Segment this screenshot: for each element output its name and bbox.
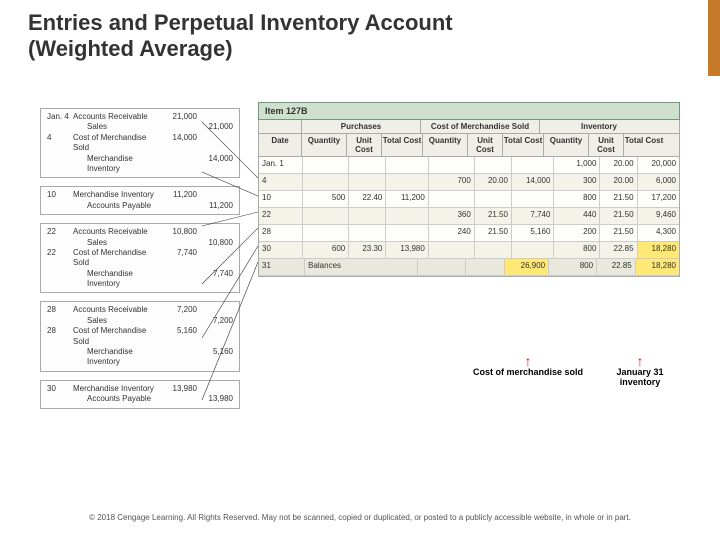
ledger-row: 31Balances26,90080022.8518,280 bbox=[259, 259, 679, 276]
ledger-row: Jan. 11,00020.0020,000 bbox=[259, 157, 679, 174]
arrow-up-icon: ↑ bbox=[458, 356, 598, 367]
journal-line: Merchandise Inventory5,160 bbox=[45, 347, 235, 368]
title-line2: (Weighted Average) bbox=[28, 36, 233, 61]
col-date: Date bbox=[259, 134, 302, 156]
col-qty: Quantity bbox=[423, 134, 468, 156]
journal-line: Sales21,000 bbox=[45, 122, 235, 132]
annotation-cms-label: Cost of merchandise sold bbox=[458, 367, 598, 377]
journal-line: Sales10,800 bbox=[45, 238, 235, 248]
annotation-cms: ↑ Cost of merchandise sold bbox=[458, 356, 598, 387]
journal-entry: Jan. 4Accounts Receivable21,000Sales21,0… bbox=[40, 108, 240, 178]
col-uc: Unit Cost bbox=[589, 134, 624, 156]
journal-line: Merchandise Inventory14,000 bbox=[45, 154, 235, 175]
journal-line: Accounts Payable11,200 bbox=[45, 201, 235, 211]
inventory-ledger: Item 127B Purchases Cost of Merchandise … bbox=[258, 102, 680, 277]
journal-line: 28Accounts Receivable7,200 bbox=[45, 305, 235, 315]
copyright: © 2018 Cengage Learning. All Rights Rese… bbox=[0, 513, 720, 522]
ledger-row: 2236021.507,74044021.509,460 bbox=[259, 208, 679, 225]
ledger-row: 1050022.4011,20080021.5017,200 bbox=[259, 191, 679, 208]
col-tc: Total Cost bbox=[624, 134, 664, 156]
arrow-up-icon: ↑ bbox=[600, 356, 680, 367]
ledger-row: 3060023.3013,98080022.8518,280 bbox=[259, 242, 679, 259]
col-uc: Unit Cost bbox=[468, 134, 503, 156]
journal-line: 28Cost of Merchandise Sold5,160 bbox=[45, 326, 235, 347]
journal-line: 22Cost of Merchandise Sold7,740 bbox=[45, 248, 235, 269]
col-inventory: Inventory bbox=[540, 120, 658, 133]
ledger-row: 2824021.505,16020021.504,300 bbox=[259, 225, 679, 242]
col-uc: Unit Cost bbox=[347, 134, 382, 156]
title-band: Entries and Perpetual Inventory Account … bbox=[0, 0, 720, 76]
journal-line: 10Merchandise Inventory11,200 bbox=[45, 190, 235, 200]
col-tc: Total Cost bbox=[382, 134, 423, 156]
annotations: ↑ Cost of merchandise sold ↑ January 31 … bbox=[258, 356, 680, 387]
col-tc: Total Cost bbox=[503, 134, 544, 156]
journal-entry: 10Merchandise Inventory11,200Accounts Pa… bbox=[40, 186, 240, 215]
col-qty: Quantity bbox=[302, 134, 347, 156]
journal-entry: 30Merchandise Inventory13,980Accounts Pa… bbox=[40, 380, 240, 409]
annotation-inventory: ↑ January 31 inventory bbox=[600, 356, 680, 387]
col-cms: Cost of Merchandise Sold bbox=[421, 120, 540, 133]
ledger-header: Purchases Cost of Merchandise Sold Inven… bbox=[258, 120, 680, 157]
col-purchases: Purchases bbox=[302, 120, 421, 133]
col-qty: Quantity bbox=[544, 134, 589, 156]
journal-line: 4Cost of Merchandise Sold14,000 bbox=[45, 133, 235, 154]
ledger-body: Jan. 11,00020.0020,000470020.0014,000300… bbox=[258, 157, 680, 277]
title-line1: Entries and Perpetual Inventory Account bbox=[28, 10, 453, 35]
item-label: Item 127B bbox=[265, 106, 308, 116]
journal-line: 30Merchandise Inventory13,980 bbox=[45, 384, 235, 394]
journal-entry: 22Accounts Receivable10,800Sales10,80022… bbox=[40, 223, 240, 293]
journal-line: Accounts Payable13,980 bbox=[45, 394, 235, 404]
journal-entry: 28Accounts Receivable7,200Sales7,20028Co… bbox=[40, 301, 240, 371]
journal-line: Jan. 4Accounts Receivable21,000 bbox=[45, 112, 235, 122]
page-title: Entries and Perpetual Inventory Account … bbox=[28, 10, 690, 62]
journal-line: 22Accounts Receivable10,800 bbox=[45, 227, 235, 237]
journal-line: Sales7,200 bbox=[45, 316, 235, 326]
ledger-row: 470020.0014,00030020.006,000 bbox=[259, 174, 679, 191]
journal-line: Merchandise Inventory7,740 bbox=[45, 269, 235, 290]
journal-entries: Jan. 4Accounts Receivable21,000Sales21,0… bbox=[40, 108, 240, 417]
annotation-inv-label: January 31 inventory bbox=[600, 367, 680, 387]
item-header: Item 127B bbox=[258, 102, 680, 120]
